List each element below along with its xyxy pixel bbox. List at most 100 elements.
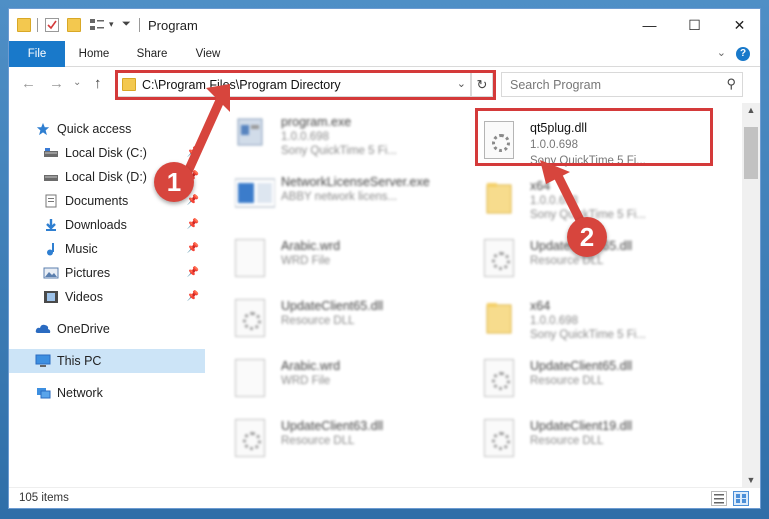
sidebar-item-music[interactable]: Music 📌	[9, 237, 205, 261]
new-folder-icon[interactable]	[67, 18, 81, 32]
close-button[interactable]: ✕	[717, 9, 760, 41]
divider	[37, 18, 38, 32]
help-icon[interactable]: ?	[736, 47, 750, 61]
tab-share[interactable]: Share	[127, 41, 177, 67]
file-name: x64	[530, 299, 551, 313]
file-item[interactable]: Arabic.wrd WRD File	[235, 231, 475, 289]
file-description: Sony QuickTime 5 Fi...	[281, 145, 397, 157]
downloads-icon	[46, 219, 56, 231]
maximize-button[interactable]: ☐	[672, 9, 717, 41]
sidebar-item-pictures[interactable]: Pictures 📌	[9, 261, 205, 285]
sidebar-item-downloads[interactable]: Downloads 📌	[9, 213, 205, 237]
recent-locations-icon[interactable]: ⌄	[73, 77, 81, 88]
sidebar-item-label: Videos	[65, 290, 103, 304]
search-icon[interactable]: ⚲	[726, 76, 736, 92]
pin-icon[interactable]: 📌	[187, 147, 199, 158]
sidebar-item-label: Local Disk (C:)	[65, 146, 147, 160]
sidebar-item-label: Documents	[65, 194, 129, 208]
sidebar-item-label: This PC	[57, 354, 102, 368]
tab-home[interactable]: Home	[69, 41, 119, 67]
explorer-window: ▾ ⏷ Program — ☐ ✕ File Home Share View ⌄…	[8, 8, 761, 509]
exe-icon	[235, 115, 265, 153]
gear-icon	[492, 432, 510, 450]
videos-icon	[44, 291, 58, 303]
collapse-ribbon-icon[interactable]: ⌄	[717, 46, 726, 59]
network-icon	[37, 388, 51, 399]
file-version: 1.0.0.698	[530, 315, 578, 327]
status-bar: 105 items	[9, 487, 760, 508]
quick-access-dropdown-icon[interactable]: ⏷	[122, 18, 131, 31]
folder-icon	[484, 179, 514, 217]
tiles-view-icon[interactable]	[733, 491, 749, 506]
scroll-down-icon[interactable]: ▼	[742, 475, 760, 485]
sidebar-item-onedrive[interactable]: OneDrive	[9, 317, 205, 341]
pin-icon[interactable]: 📌	[187, 219, 199, 230]
file-item[interactable]: UpdateClient19.dll Resource DLL	[484, 411, 724, 469]
file-name: Arabic.wrd	[281, 239, 341, 253]
view-options-icon[interactable]	[89, 18, 105, 32]
file-item[interactable]: NetworkLicenseServer.exe ABBY network li…	[234, 167, 475, 225]
computer-icon	[35, 354, 51, 367]
callout-step-2: 2	[567, 217, 607, 257]
window-title: Program	[148, 18, 198, 33]
title-bar: ▾ ⏷ Program — ☐ ✕	[9, 9, 760, 41]
file-name: NetworkLicenseServer.exe	[281, 175, 430, 189]
back-icon[interactable]: ←	[21, 75, 36, 92]
navigation-pane: Quick access Local Disk (C:) 📌 Local Dis…	[9, 103, 205, 487]
address-highlight-box	[115, 70, 496, 100]
drive-icon	[44, 148, 58, 157]
properties-icon[interactable]	[45, 18, 59, 32]
sidebar-item-label: Network	[57, 386, 103, 400]
file-name: UpdateClient65.dll	[530, 359, 633, 373]
pin-icon[interactable]: 📌	[187, 243, 199, 254]
scroll-up-icon[interactable]: ▲	[742, 105, 760, 115]
search-input[interactable]: Search Program	[510, 78, 601, 92]
sidebar-item-videos[interactable]: Videos 📌	[9, 285, 205, 309]
sidebar-item-label: OneDrive	[57, 322, 110, 336]
file-name: Arabic.wrd	[281, 359, 341, 373]
star-icon	[36, 122, 50, 136]
file-item[interactable]: Arabic.wrd WRD File	[235, 351, 475, 409]
target-file-highlight-box	[475, 108, 713, 166]
up-icon[interactable]: ↑	[94, 75, 102, 92]
dll-icon	[484, 359, 514, 397]
gear-icon	[243, 312, 261, 330]
tab-file[interactable]: File	[9, 41, 65, 67]
pin-icon[interactable]: 📌	[187, 195, 199, 206]
details-view-icon[interactable]	[711, 491, 727, 506]
sidebar-item-label: Quick access	[57, 122, 132, 136]
customize-chevron-icon[interactable]: ▾	[109, 19, 114, 30]
pin-icon[interactable]: 📌	[187, 291, 199, 302]
file-item[interactable]: program.exe 1.0.0.698 Sony QuickTime 5 F…	[235, 107, 475, 165]
file-item[interactable]: UpdateClient63.dll Resource DLL	[235, 411, 475, 469]
sidebar-item-this-pc[interactable]: This PC	[9, 349, 205, 373]
dll-icon	[484, 419, 514, 457]
file-name: UpdateClient65.dll	[281, 299, 384, 313]
sidebar-item-label: Music	[65, 242, 98, 256]
sidebar-item-label: Pictures	[65, 266, 111, 280]
drive-icon	[44, 175, 58, 181]
sidebar-item-label: Local Disk (D:)	[65, 170, 147, 184]
minimize-button[interactable]: —	[627, 9, 672, 41]
search-box[interactable]: Search Program ⚲	[501, 72, 743, 97]
dll-icon	[484, 239, 514, 277]
sidebar-item-network[interactable]: Network	[9, 381, 205, 405]
sidebar-item-quick-access[interactable]: Quick access	[9, 117, 205, 141]
file-type: WRD File	[281, 375, 331, 387]
file-item[interactable]: UpdateClient65.dll Resource DLL	[484, 351, 724, 409]
dll-icon	[235, 419, 265, 457]
vertical-scrollbar[interactable]: ▲ ▼	[742, 103, 760, 487]
file-item[interactable]: x64 1.0.0.698 Sony QuickTime 5 Fi...	[484, 171, 724, 229]
file-type: Resource DLL	[281, 315, 355, 327]
file-item[interactable]: x64 1.0.0.698 Sony QuickTime 5 Fi...	[484, 291, 724, 349]
file-type: WRD File	[281, 255, 331, 267]
file-description: Sony QuickTime 5 Fi...	[530, 329, 646, 341]
file-name: UpdateClient63.dll	[281, 419, 384, 433]
dll-icon	[235, 299, 265, 337]
pin-icon[interactable]: 📌	[187, 267, 199, 278]
exe-icon	[234, 175, 276, 213]
tab-view[interactable]: View	[183, 41, 233, 67]
forward-icon[interactable]: →	[49, 75, 64, 92]
scrollbar-thumb[interactable]	[744, 127, 758, 179]
file-item[interactable]: UpdateClient65.dll Resource DLL	[235, 291, 475, 349]
